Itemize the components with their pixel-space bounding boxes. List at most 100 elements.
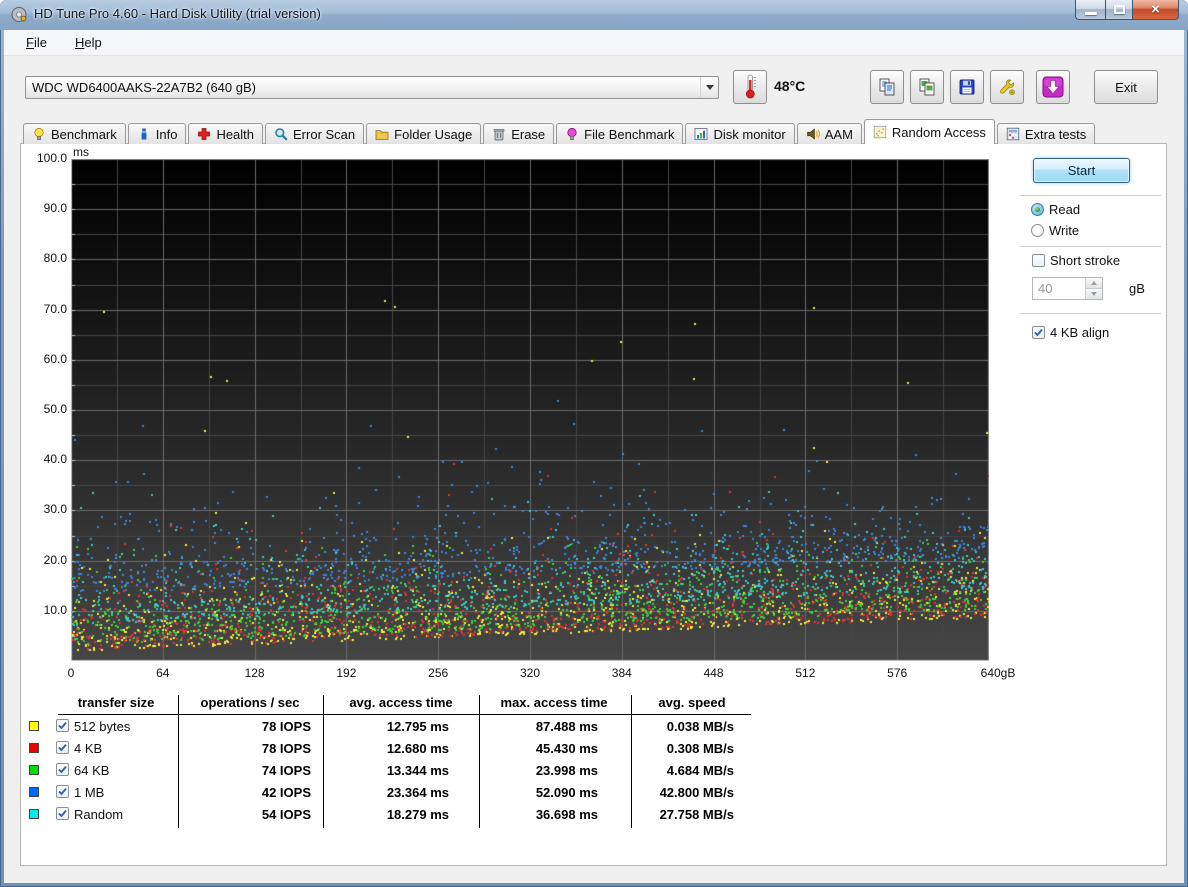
benchmark-icon (32, 127, 46, 141)
x-tick-label: 192 (311, 666, 381, 680)
exit-button[interactable]: Exit (1094, 70, 1158, 104)
series-label: 1 MB (74, 785, 104, 800)
separator (1020, 246, 1161, 247)
x-tick-label: 512 (770, 666, 840, 680)
y-tick-label: 40.0 (21, 452, 67, 466)
minimize-button[interactable] (1075, 0, 1105, 20)
table-cell: 27.758 MB/s (611, 807, 734, 822)
health-icon (197, 127, 211, 141)
table-cell: 52.090 ms (471, 785, 598, 800)
read-radio[interactable] (1031, 203, 1044, 216)
read-radio-row: Read (1031, 202, 1080, 217)
align-row: 4 KB align (1032, 325, 1109, 340)
drive-select[interactable]: WDC WD6400AAKS-22A7B2 (640 gB) (25, 76, 719, 99)
menu-file[interactable]: File (14, 32, 59, 53)
save-button[interactable] (950, 70, 984, 104)
update-button[interactable] (1036, 70, 1070, 104)
series-checkbox-4-kb[interactable] (56, 741, 69, 754)
tab-erase[interactable]: Erase (483, 123, 554, 144)
menu-help[interactable]: Help (63, 32, 114, 53)
x-tick-label: 320 (495, 666, 565, 680)
table-header: transfer size (56, 695, 176, 710)
x-tick-label: 0 (36, 666, 106, 680)
read-radio-label: Read (1049, 202, 1080, 217)
titlebar[interactable]: HD Tune Pro 4.60 - Hard Disk Utility (tr… (0, 0, 1188, 30)
copy-image-button[interactable] (910, 70, 944, 104)
align-checkbox[interactable] (1032, 326, 1045, 339)
short-stroke-checkbox[interactable] (1032, 254, 1045, 267)
x-tick-label: 576 (862, 666, 932, 680)
toolbar-buttons (870, 70, 1070, 104)
client-area: File Help WDC WD6400AAKS-22A7B2 (640 gB) (4, 30, 1184, 883)
tab-extra-tests[interactable]: Extra tests (997, 123, 1095, 144)
write-radio[interactable] (1031, 224, 1044, 237)
write-radio-row: Write (1031, 223, 1079, 238)
y-axis-unit-label: ms (73, 145, 89, 159)
tab-file-benchmark[interactable]: File Benchmark (556, 123, 683, 144)
series-checkbox-512-bytes[interactable] (56, 719, 69, 732)
close-button[interactable]: × (1133, 0, 1179, 20)
menubar: File Help (4, 30, 1184, 56)
copy-text-icon (877, 77, 897, 97)
table-cell: 42.800 MB/s (611, 785, 734, 800)
tabbar: BenchmarkInfo Health Error Scan Folder Usag… (23, 119, 1097, 144)
x-tick-label: 128 (220, 666, 290, 680)
short-stroke-size-spinner[interactable] (1032, 277, 1103, 300)
short-stroke-unit-label: gB (1129, 281, 1145, 296)
tab-label: Health (216, 127, 254, 142)
series-color-chip (29, 721, 39, 731)
tab-info[interactable]: Info (128, 123, 187, 144)
tab-aam[interactable]: AAM (797, 123, 862, 144)
app-logo-icon (11, 6, 28, 23)
table-header: max. access time (490, 695, 618, 710)
series-checkbox-64-kb[interactable] (56, 763, 69, 776)
window-title: HD Tune Pro 4.60 - Hard Disk Utility (tr… (34, 6, 321, 21)
tab-label: Error Scan (293, 127, 355, 142)
table-cell: 36.698 ms (471, 807, 598, 822)
series-color-chip (29, 765, 39, 775)
series-label: Random (74, 807, 123, 822)
tab-label: Random Access (892, 125, 986, 140)
series-color-chip (29, 809, 39, 819)
app-window: HD Tune Pro 4.60 - Hard Disk Utility (tr… (0, 0, 1188, 887)
close-icon: × (1151, 2, 1160, 17)
tab-disk-monitor[interactable]: Disk monitor (685, 123, 794, 144)
copy-text-button[interactable] (870, 70, 904, 104)
info-icon (137, 127, 151, 141)
toolbar: WDC WD6400AAKS-22A7B2 (640 gB) 48°C Exit (4, 57, 1184, 117)
table-header: avg. speed (630, 695, 754, 710)
series-checkbox-random[interactable] (56, 807, 69, 820)
series-color-chip (29, 787, 39, 797)
options-button[interactable] (990, 70, 1024, 104)
tab-folder-usage[interactable]: Folder Usage (366, 123, 481, 144)
minimize-icon (1085, 12, 1097, 15)
y-tick-label: 100.0 (21, 151, 67, 165)
short-stroke-size-input[interactable] (1033, 278, 1085, 299)
write-radio-label: Write (1049, 223, 1079, 238)
spin-up-icon (1091, 281, 1097, 285)
x-tick-label: 448 (679, 666, 749, 680)
table-cell: 12.680 ms (321, 741, 449, 756)
drive-select-value: WDC WD6400AAKS-22A7B2 (640 gB) (26, 80, 700, 95)
table-cell: 45.430 ms (471, 741, 598, 756)
table-header: avg. access time (337, 695, 465, 710)
temperature-button[interactable] (733, 70, 767, 104)
spin-down-button[interactable] (1086, 289, 1102, 299)
tab-error-scan[interactable]: Error Scan (265, 123, 364, 144)
short-stroke-row: Short stroke (1032, 253, 1120, 268)
start-button[interactable]: Start (1033, 158, 1130, 183)
maximize-button[interactable] (1105, 0, 1133, 20)
error-scan-icon (274, 127, 288, 141)
series-checkbox-1-mb[interactable] (56, 785, 69, 798)
tab-random-access[interactable]: Random Access (864, 119, 995, 144)
save-icon (957, 77, 977, 97)
y-tick-label: 90.0 (21, 201, 67, 215)
table-header-underline (58, 714, 751, 715)
chevron-down-icon (700, 77, 718, 98)
y-tick-label: 60.0 (21, 352, 67, 366)
tab-benchmark[interactable]: Benchmark (23, 123, 126, 144)
spin-up-button[interactable] (1086, 278, 1102, 289)
tab-health[interactable]: Health (188, 123, 263, 144)
table-cell: 12.795 ms (321, 719, 449, 734)
y-tick-label: 70.0 (21, 302, 67, 316)
